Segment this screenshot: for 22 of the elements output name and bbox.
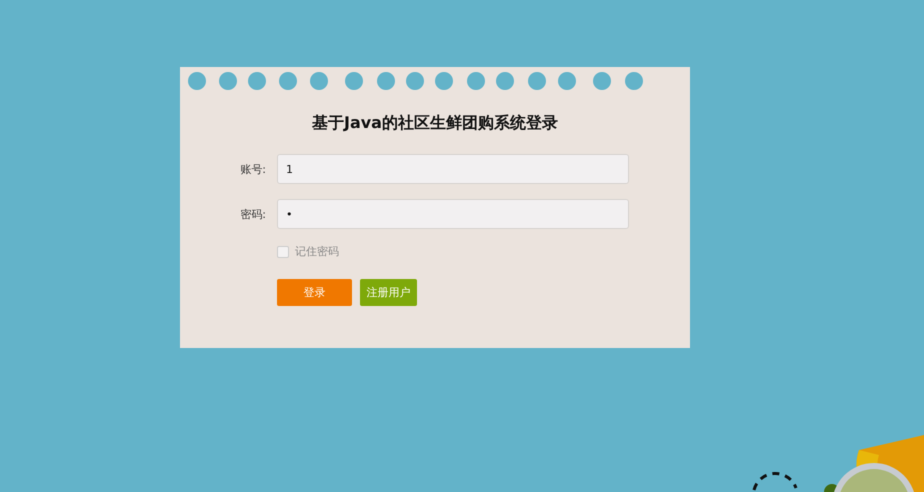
binding-hole [188, 72, 206, 90]
binding-hole [558, 72, 576, 90]
binding-hole [528, 72, 546, 90]
field-label: 密码: [239, 206, 266, 222]
binding-hole [219, 72, 237, 90]
input-field[interactable]: • [277, 199, 629, 229]
binding-hole [593, 72, 611, 90]
input-field[interactable]: 1 [277, 154, 629, 184]
binding-hole [625, 72, 643, 90]
binding-hole [377, 72, 395, 90]
binding-hole [345, 72, 363, 90]
binding-hole [279, 72, 297, 90]
binding-hole [248, 72, 266, 90]
binding-hole [435, 72, 453, 90]
binding-hole [310, 72, 328, 90]
binding-hole [467, 72, 485, 90]
login-title: 基于Java的社区生鲜团购系统登录 [311, 113, 559, 134]
checkbox[interactable] [277, 246, 289, 258]
field-label: 账号: [239, 162, 266, 176]
binding-hole [406, 72, 424, 90]
binding-hole [496, 72, 514, 90]
remember-label: 记住密码 [295, 244, 339, 259]
